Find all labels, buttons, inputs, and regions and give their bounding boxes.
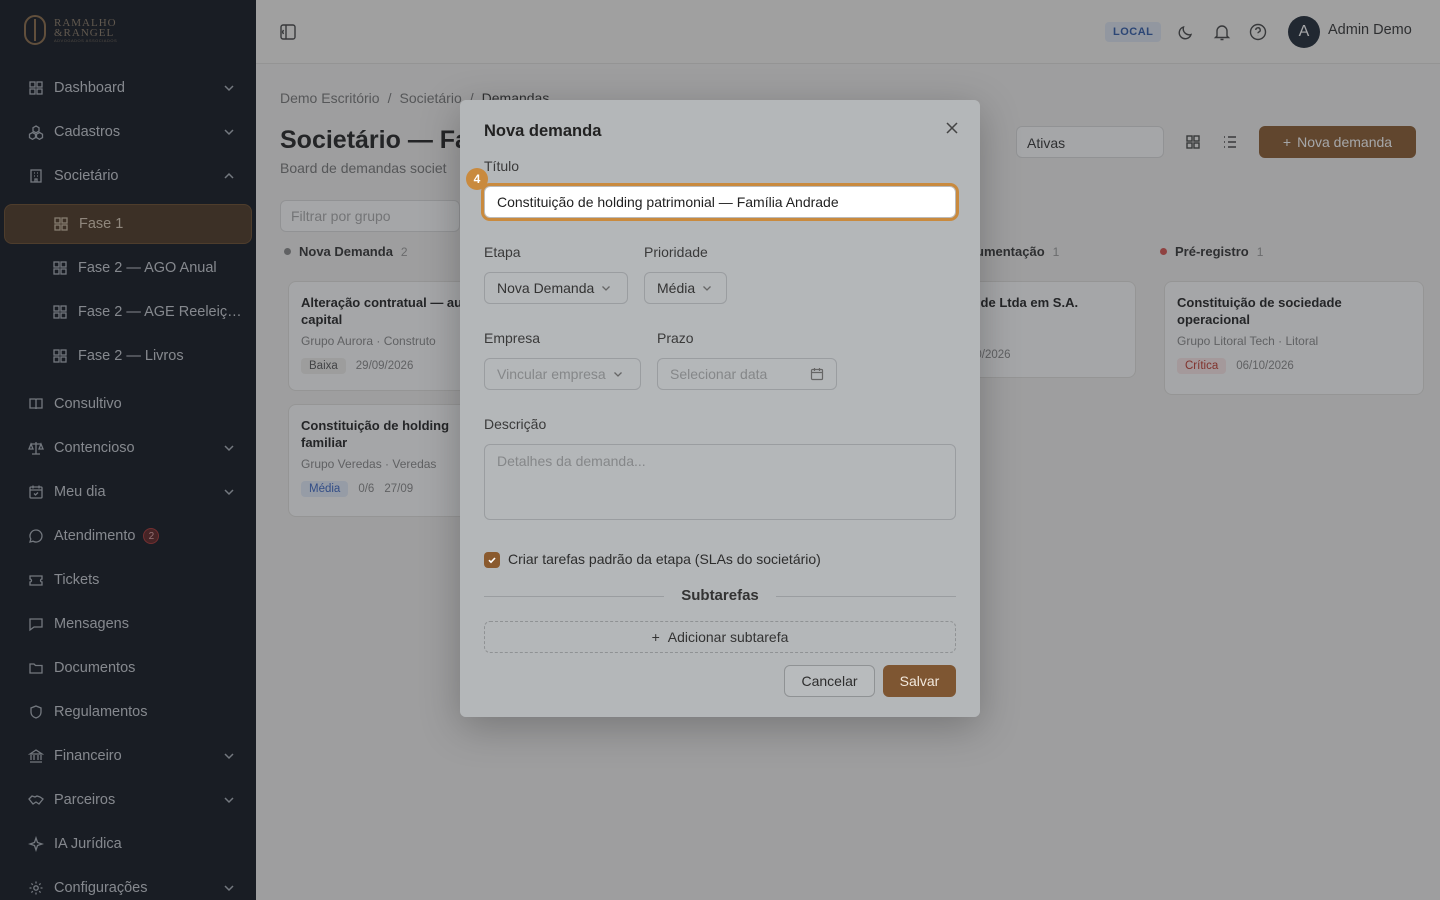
checkbox-label[interactable]: Criar tarefas padrão da etapa (SLAs do s…	[508, 551, 821, 567]
empresa-placeholder: Vincular empresa	[497, 366, 606, 382]
add-subtask-button[interactable]: + Adicionar subtarefa	[484, 621, 956, 653]
cancel-button[interactable]: Cancelar	[784, 665, 875, 697]
chevron-down-icon	[602, 286, 611, 291]
save-button[interactable]: Salvar	[883, 665, 956, 697]
step-marker: 4	[466, 168, 488, 190]
dialog-title: Nova demanda	[484, 122, 602, 140]
dialog-body: Nova demanda Título Constituição de hold…	[460, 100, 980, 717]
etapa-select[interactable]: Nova Demanda	[484, 272, 628, 304]
descricao-label: Descrição	[484, 416, 547, 432]
plus-icon: +	[651, 629, 660, 645]
prioridade-value: Média	[657, 280, 696, 296]
add-subtask-label: Adicionar subtarefa	[667, 629, 789, 645]
etapa-value: Nova Demanda	[497, 280, 595, 296]
prazo-placeholder: Selecionar data	[670, 366, 768, 382]
divider	[776, 596, 956, 597]
new-demand-dialog: Nova demanda Título Constituição de hold…	[460, 100, 980, 717]
close-icon[interactable]	[942, 118, 962, 138]
empresa-select[interactable]: Vincular empresa	[484, 358, 641, 390]
chevron-down-icon	[613, 372, 622, 377]
etapa-label: Etapa	[484, 244, 521, 260]
titulo-input[interactable]: Constituição de holding patrimonial — Fa…	[484, 186, 956, 218]
check-icon	[488, 557, 496, 564]
chevron-down-icon	[703, 286, 712, 291]
empresa-label: Empresa	[484, 330, 541, 346]
prazo-label: Prazo	[657, 330, 694, 346]
titulo-label: Título	[484, 158, 520, 174]
descricao-textarea[interactable]: Detalhes da demanda...	[484, 444, 956, 520]
create-default-tasks-checkbox[interactable]	[484, 552, 500, 568]
prazo-date-picker[interactable]: Selecionar data	[657, 358, 837, 390]
prioridade-label: Prioridade	[644, 244, 708, 260]
calendar-icon	[810, 368, 824, 381]
prioridade-select[interactable]: Média	[644, 272, 727, 304]
